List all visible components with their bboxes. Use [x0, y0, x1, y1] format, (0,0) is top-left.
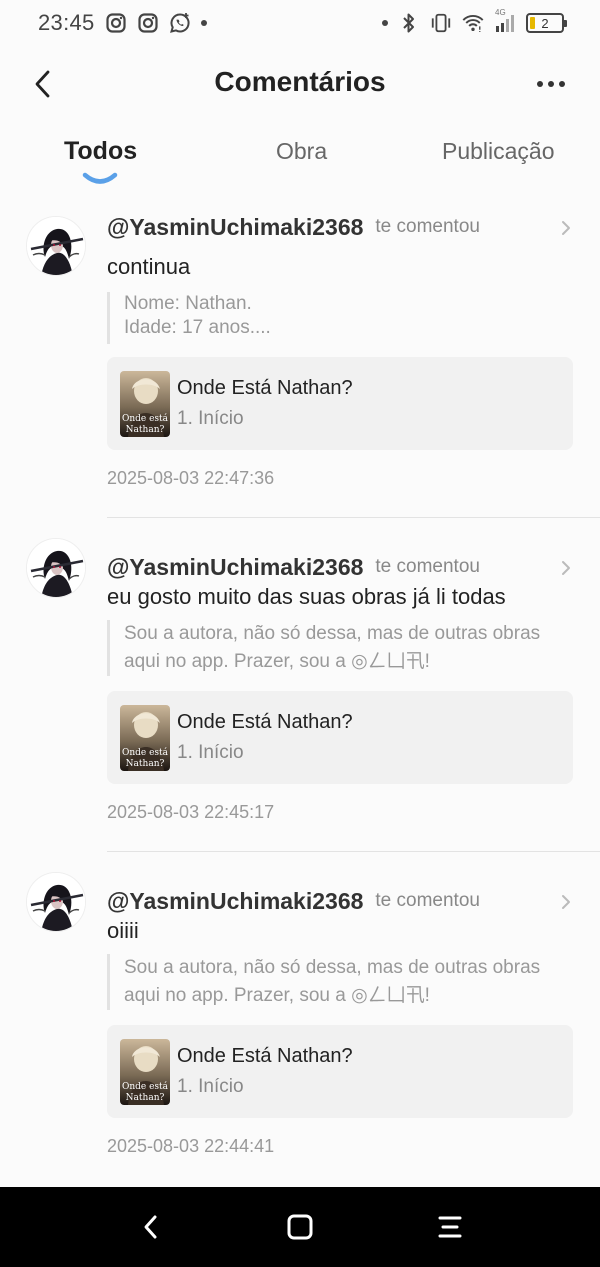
battery-icon: 2 — [526, 13, 567, 33]
whatsapp-icon — [169, 12, 191, 34]
quoted-line: Sou a autora, não só dessa, mas de outra… — [124, 957, 541, 978]
svg-text:Nathan?: Nathan? — [126, 1093, 165, 1103]
comment-header: @YasminUchimaki2368 te comentou — [107, 886, 574, 916]
svg-text:Nathan?: Nathan? — [126, 425, 165, 435]
comment-item[interactable]: @YasminUchimaki2368 te comentou eu gosto… — [0, 518, 600, 852]
tab-bar: Todos Obra Publicação — [0, 130, 600, 190]
work-title: Onde Está Nathan? — [177, 711, 353, 733]
comment-timestamp: 2025-08-03 22:47:36 — [107, 468, 275, 488]
comment-header: @YasminUchimaki2368 te comentou — [107, 552, 574, 582]
nav-menu-button[interactable] — [430, 1209, 470, 1245]
work-card[interactable]: Onde está Nathan? Onde Está Nathan? 1. In… — [107, 1025, 573, 1118]
chevron-right-icon[interactable] — [558, 558, 574, 578]
svg-text:Onde está: Onde está — [122, 747, 169, 758]
more-options-button[interactable] — [528, 64, 574, 104]
quoted-text: Nome: Nathan. Idade: 17 anos.... — [107, 292, 574, 344]
comment-action: te comentou — [375, 556, 480, 577]
work-cover-image: Onde está Nathan? — [120, 1039, 170, 1105]
network-label: 4G — [495, 8, 506, 17]
comment-text: eu gosto muito das suas obras já li toda… — [107, 584, 506, 609]
quoted-line: aqui no app. Prazer, sou a ◎ㄥ凵卂! — [124, 985, 430, 1006]
instagram-icon — [105, 12, 127, 34]
more-dots-icon — [537, 81, 543, 87]
comment-text: oiiii — [107, 918, 139, 943]
status-bar: 23:45 4G 2 — [0, 0, 600, 46]
work-card[interactable]: Onde está Nathan? Onde Está Nathan? 1. In… — [107, 357, 573, 450]
work-chapter: 1. Início — [177, 1076, 244, 1097]
battery-level: 2 — [541, 15, 549, 31]
page-title: Comentários — [214, 66, 386, 97]
work-chapter: 1. Início — [177, 742, 244, 763]
work-title: Onde Está Nathan? — [177, 1045, 353, 1067]
comment-item[interactable]: @YasminUchimaki2368 te comentou oiiii So… — [0, 852, 600, 1186]
nav-home-button[interactable] — [280, 1209, 320, 1245]
tab-publicacao[interactable]: Publicação — [442, 138, 555, 165]
comment-list: @YasminUchimaki2368 te comentou continua… — [0, 196, 600, 1186]
vibrate-icon — [430, 12, 452, 34]
nav-back-icon — [144, 1215, 157, 1239]
status-left: 23:45 — [38, 10, 207, 36]
nav-home-icon — [287, 1214, 313, 1240]
comment-username[interactable]: @YasminUchimaki2368 — [107, 214, 363, 241]
active-tab-indicator — [82, 172, 118, 184]
comment-timestamp: 2025-08-03 22:45:17 — [107, 802, 275, 822]
quoted-line: Sou a autora, não só dessa, mas de outra… — [124, 623, 541, 644]
tab-todos[interactable]: Todos — [64, 137, 137, 166]
quoted-line: Nome: Nathan. — [124, 293, 252, 314]
comment-action: te comentou — [375, 890, 480, 911]
avatar[interactable] — [26, 872, 86, 932]
instagram-icon — [137, 12, 159, 34]
comment-username[interactable]: @YasminUchimaki2368 — [107, 888, 363, 915]
notification-dot — [200, 20, 207, 26]
chevron-right-icon[interactable] — [558, 218, 574, 238]
comment-action: te comentou — [375, 216, 480, 237]
comment-text: continua — [107, 254, 191, 279]
wifi-icon — [462, 12, 484, 34]
nav-menu-icon — [438, 1216, 462, 1238]
work-chapter: 1. Início — [177, 408, 244, 429]
tab-obra[interactable]: Obra — [276, 138, 327, 165]
nav-back-button[interactable] — [130, 1209, 170, 1245]
status-time: 23:45 — [38, 10, 95, 35]
chevron-right-icon[interactable] — [558, 892, 574, 912]
comment-timestamp: 2025-08-03 22:44:41 — [107, 1136, 275, 1156]
quoted-line: Idade: 17 anos.... — [124, 317, 271, 338]
app-header: Comentários — [0, 52, 600, 116]
work-cover-image: Onde está Nathan? — [120, 371, 170, 437]
bluetooth-icon — [398, 12, 420, 34]
work-card[interactable]: Onde está Nathan? Onde Está Nathan? 1. In… — [107, 691, 573, 784]
notification-dot — [382, 20, 388, 26]
comment-header: @YasminUchimaki2368 te comentou — [107, 212, 574, 242]
status-right: 4G 2 — [382, 8, 567, 34]
svg-text:Onde está: Onde está — [122, 1081, 169, 1092]
signal-icon: 4G — [494, 8, 516, 34]
system-nav-bar — [0, 1187, 600, 1267]
quoted-text: Sou a autora, não só dessa, mas de outra… — [107, 620, 574, 676]
work-title: Onde Está Nathan? — [177, 377, 353, 399]
comment-item[interactable]: @YasminUchimaki2368 te comentou continua… — [0, 196, 600, 518]
avatar[interactable] — [26, 538, 86, 598]
quoted-text: Sou a autora, não só dessa, mas de outra… — [107, 954, 574, 1010]
quoted-line: aqui no app. Prazer, sou a ◎ㄥ凵卂! — [124, 651, 430, 672]
avatar[interactable] — [26, 216, 86, 276]
comment-username[interactable]: @YasminUchimaki2368 — [107, 554, 363, 581]
svg-text:Nathan?: Nathan? — [126, 759, 165, 769]
cover-title: Onde está — [122, 413, 169, 424]
work-cover-image: Onde está Nathan? — [120, 705, 170, 771]
